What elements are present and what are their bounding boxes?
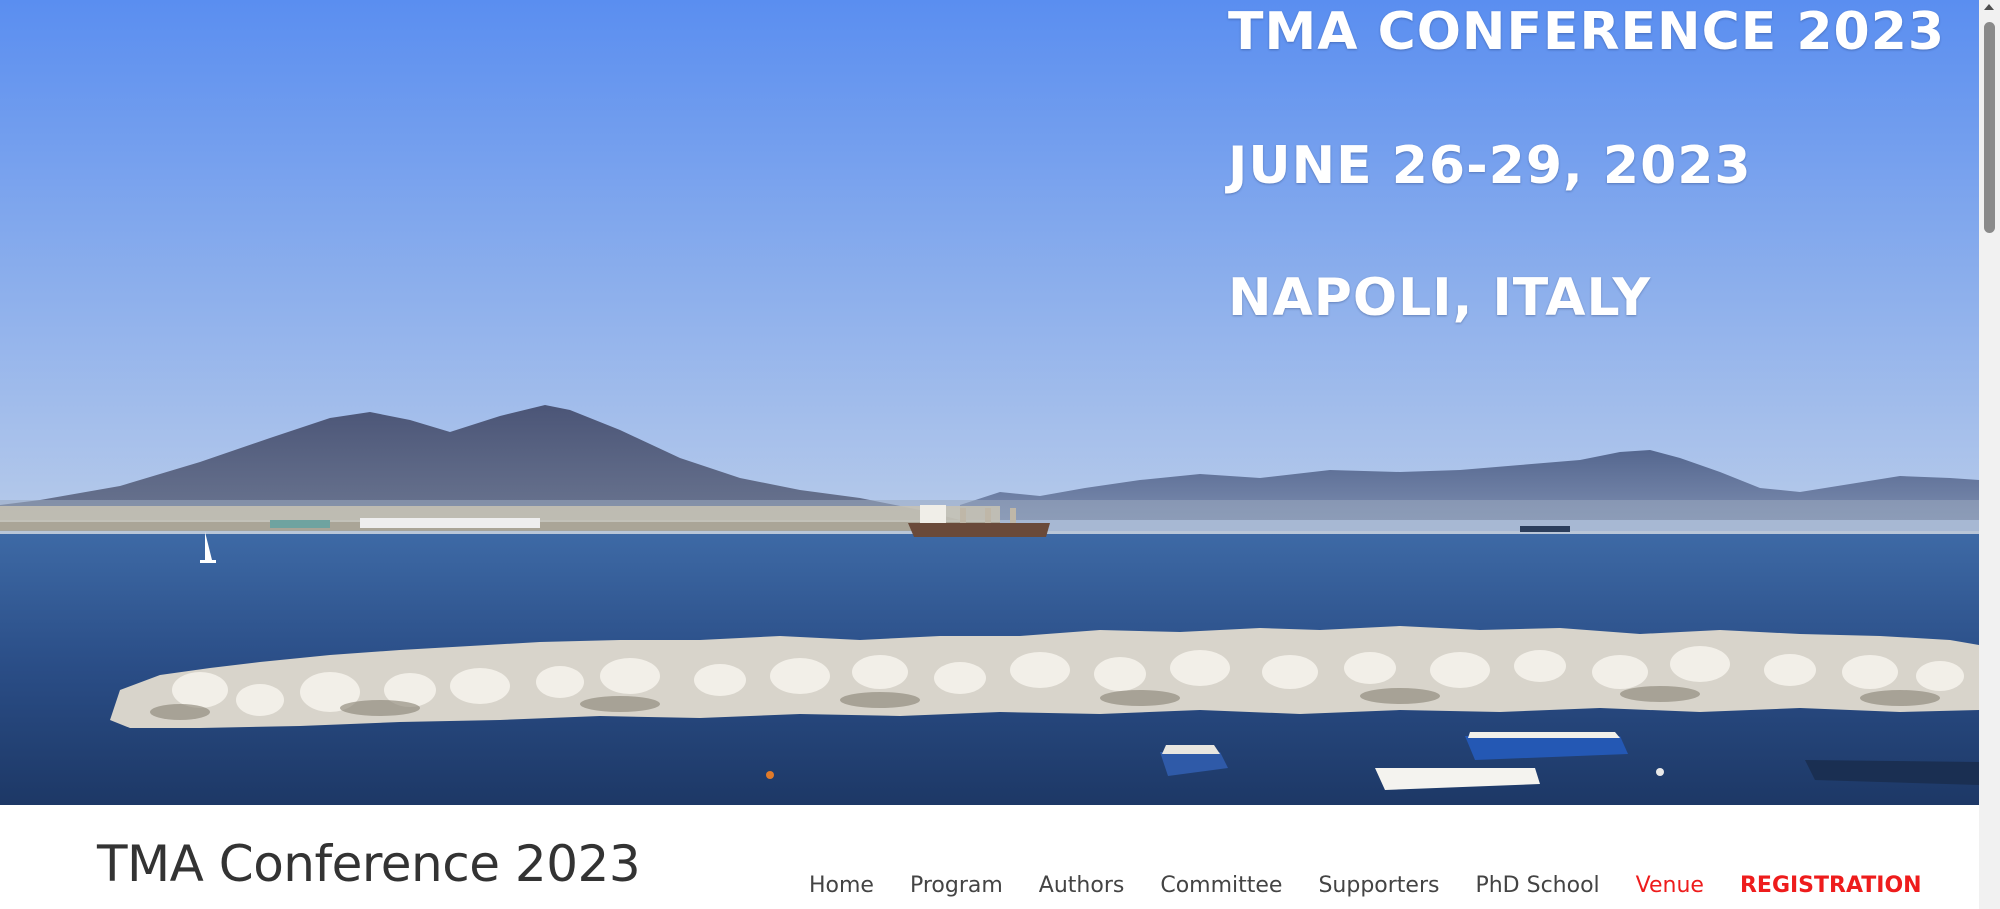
vertical-scrollbar[interactable] xyxy=(1979,0,2000,909)
nav-home[interactable]: Home xyxy=(809,873,874,898)
site-header: TMA Conference 2023 Home Program Authors… xyxy=(0,805,1979,909)
site-title[interactable]: TMA Conference 2023 xyxy=(97,835,641,893)
hero-title: TMA CONFERENCE 2023 xyxy=(1228,2,1946,62)
hero-photo xyxy=(0,0,1979,805)
main-nav: Home Program Authors Committee Supporter… xyxy=(809,865,1922,905)
nav-phd-school[interactable]: PhD School xyxy=(1475,873,1599,898)
nav-venue[interactable]: Venue xyxy=(1636,873,1704,898)
scroll-up-arrow-icon[interactable] xyxy=(1984,4,1994,10)
scrollbar-thumb[interactable] xyxy=(1984,22,1995,233)
nav-authors[interactable]: Authors xyxy=(1039,873,1125,898)
hero-dates: JUNE 26-29, 2023 xyxy=(1228,136,1752,196)
hero-banner: TMA CONFERENCE 2023 JUNE 26-29, 2023 NAP… xyxy=(0,0,1979,805)
nav-committee[interactable]: Committee xyxy=(1160,873,1282,898)
nav-supporters[interactable]: Supporters xyxy=(1318,873,1439,898)
nav-program[interactable]: Program xyxy=(910,873,1003,898)
hero-location: NAPOLI, ITALY xyxy=(1228,268,1652,328)
nav-registration[interactable]: REGISTRATION xyxy=(1740,873,1922,898)
